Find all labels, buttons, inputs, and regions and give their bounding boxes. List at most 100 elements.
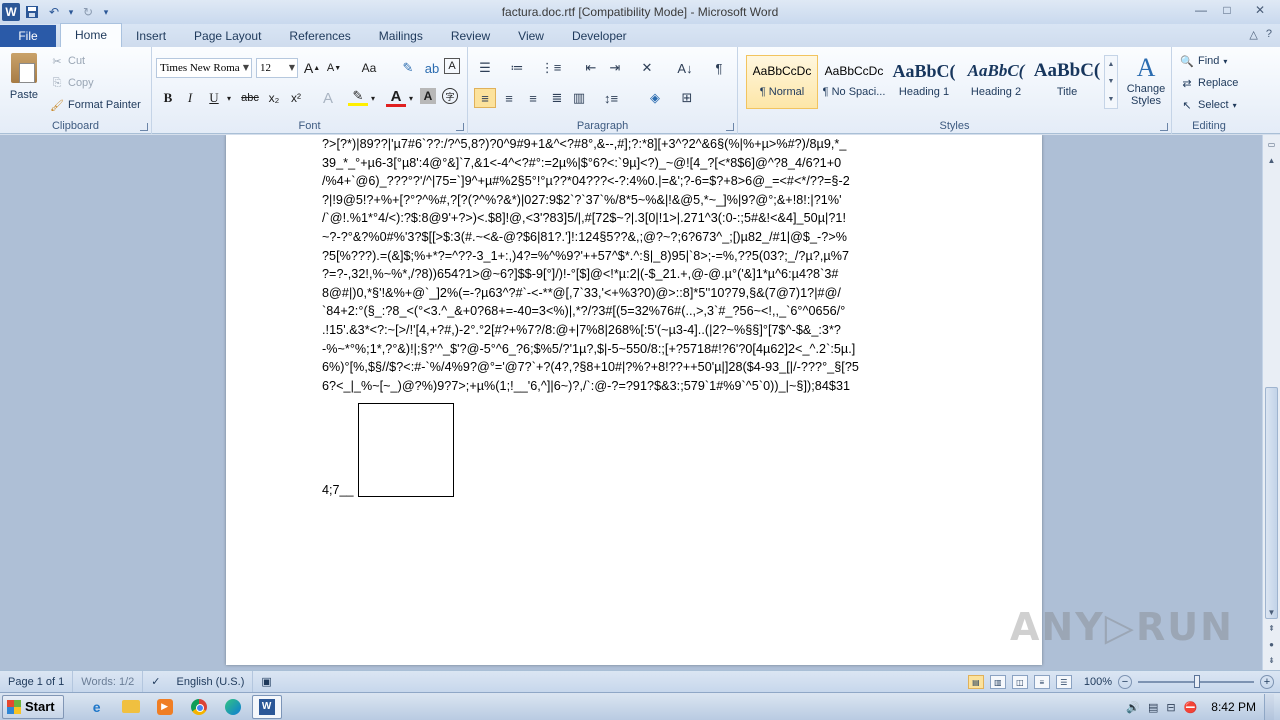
distributed-icon[interactable]: ▥ <box>568 88 590 108</box>
highlight-color-button[interactable]: ✎ <box>348 88 368 106</box>
asian-layout-icon[interactable]: ✕ <box>636 58 658 78</box>
scrollbar-thumb[interactable] <box>1265 387 1278 619</box>
justify-icon[interactable]: ≣ <box>546 88 568 108</box>
tab-file[interactable]: File <box>0 25 56 47</box>
zoom-in-button[interactable]: + <box>1260 675 1274 689</box>
word-logo-icon[interactable]: W <box>2 3 20 21</box>
document-line[interactable]: ?5[%???).=(&]$;%+*?=^??-3_1+:,)4?=%^%9?'… <box>322 247 942 266</box>
align-left-button[interactable]: ≡ <box>474 88 496 108</box>
character-shading-button[interactable]: A <box>420 88 436 104</box>
document-body-text[interactable]: ?>[?*)|89??|'µ7#6`??:/?^5,8?)?0^9#9+1&^<… <box>322 135 942 395</box>
clipboard-launcher-icon[interactable] <box>140 123 148 131</box>
tab-developer[interactable]: Developer <box>558 25 641 47</box>
outline-view-icon[interactable]: ≡ <box>1033 675 1050 689</box>
previous-page-icon[interactable]: ⇞ <box>1264 621 1279 636</box>
chrome-icon[interactable] <box>184 695 214 719</box>
font-launcher-icon[interactable] <box>456 123 464 131</box>
start-button[interactable]: Start <box>2 694 64 719</box>
sort-icon[interactable]: A↓ <box>674 58 696 78</box>
select-browse-object-icon[interactable]: ● <box>1264 637 1279 652</box>
redo-icon[interactable]: ↻ <box>78 2 98 22</box>
font-color-button[interactable]: A <box>386 88 406 107</box>
enclose-characters-button[interactable]: 字 <box>442 88 458 104</box>
zoom-slider[interactable] <box>1138 675 1254 688</box>
document-line[interactable]: 39_*_°+µ6-3[°µ8':4@°&]`7,&1<-4^<?#°:=2µ%… <box>322 154 942 173</box>
help-icon[interactable]: ? <box>1266 28 1272 41</box>
devices-icon[interactable]: ⊟ <box>1166 701 1175 714</box>
next-page-icon[interactable]: ⇟ <box>1264 653 1279 668</box>
volume-icon[interactable]: 🔊 <box>1126 701 1140 714</box>
style-heading-2[interactable]: AaBbC( Heading 2 <box>960 55 1032 109</box>
chevron-down-icon[interactable]: ▼ <box>1108 78 1115 85</box>
file-explorer-icon[interactable] <box>116 695 146 719</box>
change-case-button[interactable]: Aa <box>356 58 382 78</box>
font-size-select[interactable]: 12 ▼ <box>256 58 298 78</box>
align-right-icon[interactable]: ≡ <box>522 88 544 108</box>
zoom-slider-knob[interactable] <box>1194 675 1200 688</box>
document-line[interactable]: `84+2:°(§_:?8_<(°<3.^_&+0?68+=-40=3<%)|,… <box>322 302 942 321</box>
select-button[interactable]: ↖ Select ▾ <box>1180 96 1236 114</box>
internet-explorer-icon[interactable]: e <box>82 695 112 719</box>
document-line[interactable]: 6?<_|_%~[~_)@?%)9?7>;+µ%(1;!__'6,^]|6~)?… <box>322 377 942 396</box>
undo-dropdown-icon[interactable]: ▾ <box>66 2 76 22</box>
language[interactable]: English (U.S.) <box>169 670 254 693</box>
text-effects-button[interactable]: A <box>318 88 338 108</box>
warning-icon[interactable]: ⛔ <box>1184 701 1198 714</box>
network-icon[interactable]: ▤ <box>1148 701 1158 714</box>
proofing-icon[interactable]: ✓ <box>143 671 168 693</box>
minimize-button[interactable]: — <box>1188 0 1214 20</box>
zoom-level[interactable]: 100% <box>1084 676 1112 688</box>
show-desktop-button[interactable] <box>1264 694 1274 720</box>
print-layout-view-icon[interactable]: ▤ <box>967 675 984 689</box>
document-line[interactable]: /%4+`@6)_???°?'/^|75=`]9^+µ#%2§5°!°µ??*0… <box>322 172 942 191</box>
paragraph-launcher-icon[interactable] <box>726 123 734 131</box>
vertical-scrollbar[interactable]: ▭ ▲ ▼ ⇞ ● ⇟ <box>1262 135 1280 670</box>
borders-icon[interactable]: ⊞ <box>676 88 698 108</box>
maximize-button[interactable]: □ <box>1214 0 1240 20</box>
shading-icon[interactable]: ◈ <box>644 88 666 108</box>
subscript-button[interactable]: x₂ <box>264 88 284 108</box>
bold-button[interactable]: B <box>158 88 178 108</box>
edge-icon[interactable] <box>218 695 248 719</box>
save-icon[interactable] <box>22 2 42 22</box>
more-icon[interactable]: ▼ <box>1108 96 1115 103</box>
tab-references[interactable]: References <box>275 25 364 47</box>
change-styles-button[interactable]: A Change Styles <box>1122 53 1170 107</box>
tab-page-layout[interactable]: Page Layout <box>180 25 275 47</box>
replace-button[interactable]: ⇄ Replace <box>1180 74 1238 92</box>
find-button[interactable]: 🔍 Find ▾ <box>1180 52 1227 70</box>
full-screen-reading-icon[interactable]: ▥ <box>989 675 1006 689</box>
style-normal[interactable]: AaBbCcDc ¶ Normal <box>746 55 818 109</box>
media-player-icon[interactable]: ▶ <box>150 695 180 719</box>
tab-mailings[interactable]: Mailings <box>365 25 437 47</box>
minimize-ribbon-icon[interactable]: △ <box>1249 28 1257 41</box>
document-line[interactable]: .!15'.&3*<?:~[>/!'[4,+?#,)-2°.°2[#?+%7?/… <box>322 321 942 340</box>
numbering-icon[interactable]: ≔ <box>506 58 528 78</box>
font-family-select[interactable]: Times New Roma ▼ <box>156 58 252 78</box>
undo-icon[interactable]: ↶ <box>44 2 64 22</box>
grow-font-button[interactable]: A ▲ <box>302 58 322 78</box>
tab-view[interactable]: View <box>504 25 558 47</box>
draft-view-icon[interactable]: ☰ <box>1055 675 1072 689</box>
document-line[interactable]: /`@!.%1*°4/<):?$:8@9'+?>)<.$8]!@,<3'?83]… <box>322 209 942 228</box>
scroll-up-icon[interactable]: ▲ <box>1264 153 1279 168</box>
tab-review[interactable]: Review <box>437 25 504 47</box>
word-count[interactable]: Words: 1/2 <box>73 670 144 693</box>
style-no-spacing[interactable]: AaBbCcDc ¶ No Spaci... <box>818 55 890 109</box>
ruler-toggle-icon[interactable]: ▭ <box>1264 137 1279 152</box>
font-color-dropdown-icon[interactable]: ▾ <box>406 88 416 108</box>
text-frame[interactable] <box>358 403 454 497</box>
web-layout-icon[interactable]: ◫ <box>1011 675 1028 689</box>
shrink-font-button[interactable]: A ▼ <box>324 58 344 78</box>
italic-button[interactable]: I <box>180 88 200 108</box>
bullets-icon[interactable]: ☰ <box>474 58 496 78</box>
chevron-up-icon[interactable]: ▲ <box>1108 61 1115 68</box>
document-line[interactable]: ~?-?°&?%0#%'3?$[[>$:3(#.~<&-@?$6|81?.']!… <box>322 228 942 247</box>
highlight-dropdown-icon[interactable]: ▾ <box>368 88 378 108</box>
phonetic-guide-icon[interactable]: ab <box>422 58 442 78</box>
align-center-icon[interactable]: ≡ <box>498 88 520 108</box>
decrease-indent-icon[interactable]: ⇤ <box>580 58 602 78</box>
macro-recording-icon[interactable]: ▣ <box>253 671 279 693</box>
document-line[interactable]: ?|!9@5!?+%+[?°?^%#,?[?(?^%?&*)|027:9$2`?… <box>322 191 942 210</box>
document-line[interactable]: -%~*°%;1*,?°&)!|;§?'^_$'?@-5°^6_?6;$%5/?… <box>322 340 942 359</box>
